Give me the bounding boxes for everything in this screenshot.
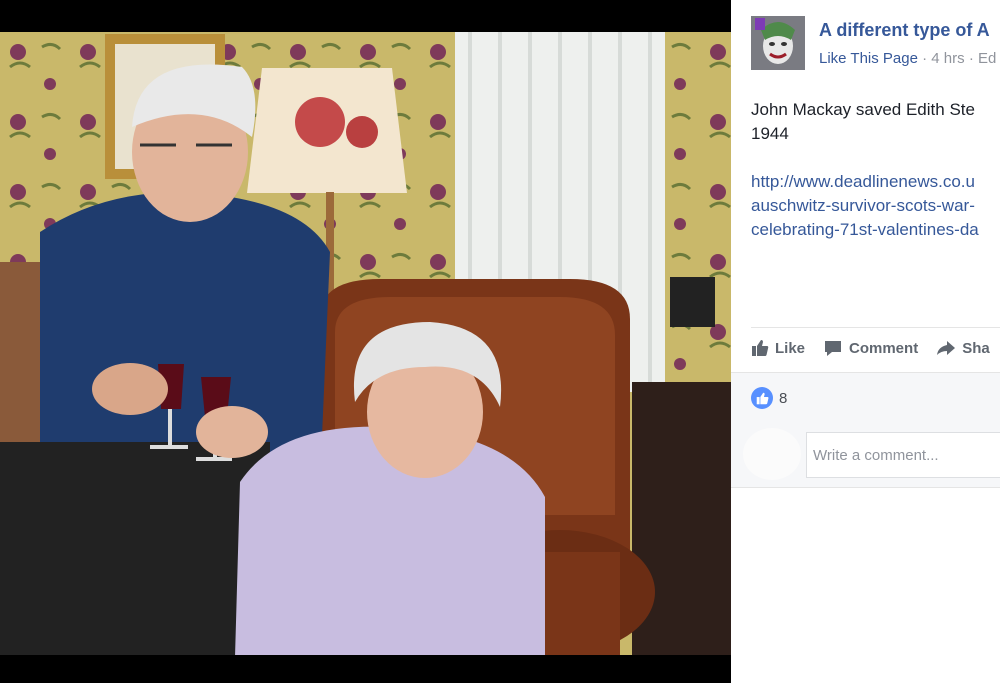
post-header: A different type of A Like This Page · 4… bbox=[751, 16, 1000, 72]
page-avatar[interactable] bbox=[751, 16, 805, 70]
commenter-avatar bbox=[743, 428, 801, 480]
like-button[interactable]: Like bbox=[751, 339, 805, 357]
post-text-line: 1944 bbox=[751, 124, 789, 143]
like-page-link[interactable]: Like This Page bbox=[819, 50, 918, 67]
comment-button[interactable]: Comment bbox=[823, 339, 918, 357]
post-link-line[interactable]: celebrating-71st-valentines-da bbox=[751, 218, 1000, 242]
comment-composer bbox=[731, 420, 1000, 488]
avatar-image bbox=[751, 16, 805, 70]
like-thumb-icon bbox=[752, 340, 769, 356]
post-link-line[interactable]: auschwitz-survivor-scots-war- bbox=[751, 194, 1000, 218]
share-label: Sha bbox=[962, 339, 990, 357]
share-button[interactable]: Sha bbox=[936, 339, 990, 357]
comment-label: Comment bbox=[849, 339, 919, 357]
post-photo[interactable] bbox=[0, 32, 731, 655]
share-arrow-icon bbox=[937, 341, 956, 355]
post-meta: Like This Page · 4 hrs · Ed bbox=[819, 50, 996, 67]
divider bbox=[751, 327, 1000, 328]
edit-link[interactable]: Ed bbox=[978, 50, 996, 67]
meta-separator-2: · bbox=[964, 50, 978, 67]
page-name-link[interactable]: A different type of A bbox=[819, 20, 990, 41]
reaction-count: 8 bbox=[779, 389, 788, 407]
meta-separator: · bbox=[917, 50, 932, 67]
post-panel: A different type of A Like This Page · 4… bbox=[731, 0, 1000, 683]
post-text: John Mackay saved Edith Ste 1944 bbox=[751, 98, 1000, 146]
reactions-bar: 8 bbox=[731, 372, 1000, 420]
post-time[interactable]: 4 hrs bbox=[931, 50, 964, 67]
comment-input[interactable] bbox=[806, 432, 1000, 478]
post-link-line[interactable]: http://www.deadlinenews.co.u bbox=[751, 170, 1000, 194]
photo-illustration bbox=[0, 32, 731, 655]
photo-viewer bbox=[0, 0, 731, 683]
like-reaction-icon bbox=[751, 387, 773, 409]
post-actions: Like Comment Sha bbox=[751, 336, 1000, 360]
like-label: Like bbox=[775, 339, 806, 357]
post-text-line: John Mackay saved Edith Ste bbox=[751, 100, 975, 119]
comment-bubble-icon bbox=[825, 341, 842, 356]
post-link[interactable]: http://www.deadlinenews.co.u auschwitz-s… bbox=[751, 170, 1000, 242]
reactions-summary[interactable]: 8 bbox=[751, 387, 787, 409]
